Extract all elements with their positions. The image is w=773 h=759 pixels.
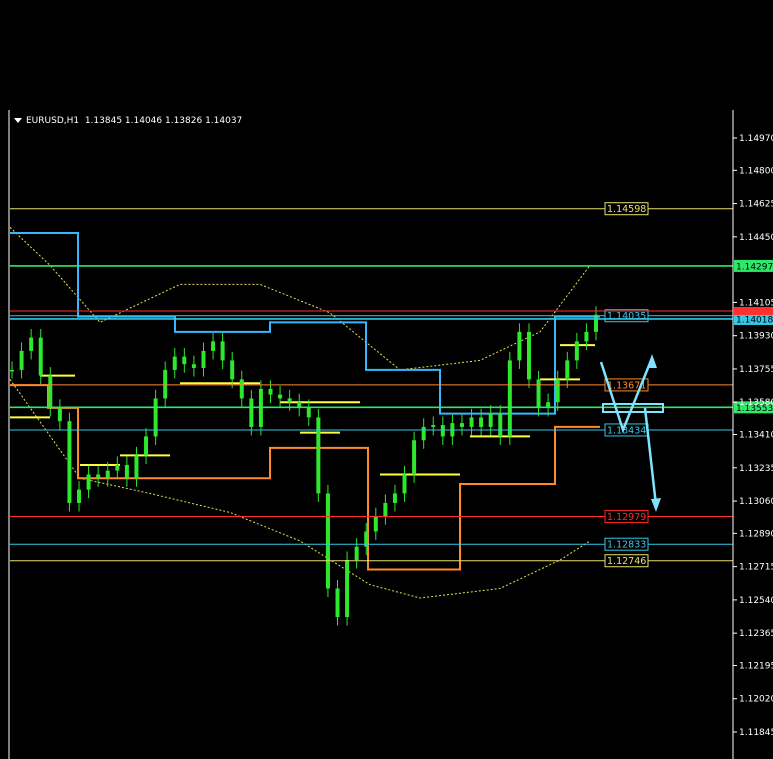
tick-label: 1.14800 — [739, 166, 773, 176]
tick-label: 1.13060 — [739, 497, 773, 507]
candle-body — [134, 455, 139, 479]
price-chart[interactable]: 1.145981.142971.14035 1.140181.136711.135… — [0, 110, 773, 759]
candle-body — [498, 413, 503, 437]
candle-body — [191, 364, 196, 368]
candle-body — [383, 502, 388, 517]
toolbar-area — [0, 0, 773, 110]
tick-label: 1.12365 — [739, 629, 773, 639]
candle-body — [230, 360, 235, 380]
level-label: 1.14035 — [607, 311, 646, 322]
candle-body — [77, 489, 82, 503]
lower-band — [9, 379, 591, 599]
tick-label: 1.12540 — [739, 596, 773, 606]
candle-body — [345, 559, 350, 618]
level-label: 1.14598 — [607, 204, 646, 215]
candle-body — [507, 360, 512, 437]
tick-label: 1.11845 — [739, 728, 773, 738]
candle-body — [469, 417, 474, 427]
candle-body — [488, 413, 493, 427]
tick-label: 1.14625 — [739, 200, 773, 210]
tick-label: 1.12020 — [739, 695, 773, 705]
candle-body — [172, 356, 177, 370]
candle-body — [249, 398, 254, 427]
candle-body — [526, 331, 531, 380]
symbol-info: EURUSD,H1 1.13845 1.14046 1.13826 1.1403… — [14, 116, 242, 126]
candle-body — [306, 407, 311, 418]
candle-body — [268, 388, 273, 395]
candle-body — [48, 375, 53, 408]
candle-body — [287, 398, 292, 403]
candle-body — [153, 398, 158, 437]
candle-body — [105, 470, 110, 479]
tick-label: 1.13235 — [739, 464, 773, 474]
candle-body — [96, 474, 101, 479]
tick-label: 1.14970 — [739, 134, 773, 144]
candle-body — [584, 331, 589, 342]
arrow-head-up — [647, 354, 657, 368]
tick-label: 1.12195 — [739, 661, 773, 671]
candle-body — [536, 379, 541, 408]
horizontal-levels[interactable]: 1.145981.142971.14035 1.140181.136711.135… — [10, 202, 773, 568]
candle-body — [392, 493, 397, 503]
level-label: 1.12746 — [607, 556, 646, 567]
candle-body — [278, 394, 283, 399]
candle-body — [479, 417, 484, 427]
candle-body — [440, 425, 445, 437]
candle-body — [239, 379, 244, 399]
candle-body — [220, 341, 225, 361]
candle-body — [402, 474, 407, 494]
candle-body — [57, 407, 62, 422]
candle-body — [19, 350, 24, 370]
level-label: 1.13434 — [607, 425, 646, 436]
candle-body — [555, 379, 560, 403]
tick-label: 1.12715 — [739, 563, 773, 573]
candle-body — [373, 516, 378, 532]
candle-body — [517, 331, 522, 361]
candle-body — [211, 341, 216, 351]
tick-label: 1.13410 — [739, 431, 773, 441]
level-label: 1.12833 — [607, 540, 646, 551]
level-label: 1.12979 — [607, 512, 646, 523]
candle-body — [10, 369, 14, 372]
candle-body — [67, 421, 72, 503]
arrow-head-down — [651, 498, 661, 512]
candle-body — [182, 356, 187, 365]
candle-body — [38, 337, 43, 376]
candle-body — [325, 493, 330, 589]
candle-body — [86, 474, 91, 490]
candle-body — [594, 314, 598, 332]
tick-label: 1.13755 — [739, 365, 773, 375]
tick-label: 1.14105 — [739, 298, 773, 308]
candle-body — [412, 440, 417, 475]
candle-body — [421, 426, 426, 441]
price-axis: 1.14970 1.14800 1.14625 1.14450 1.14105 1.139… — [8, 110, 773, 759]
candle-body — [431, 425, 436, 427]
candle-body — [565, 360, 570, 380]
tick-label: 1.12890 — [739, 529, 773, 539]
arrow-down — [643, 407, 658, 506]
level-segments — [10, 344, 595, 476]
zigzag-arrow — [599, 357, 654, 434]
candle-body — [163, 369, 168, 399]
candle-body — [354, 546, 359, 560]
tick-label: 1.13930 — [739, 332, 773, 342]
candle-body — [201, 350, 206, 368]
candle-body — [335, 588, 340, 618]
upper-band — [9, 226, 591, 371]
candle-body — [115, 464, 120, 471]
candle-body — [144, 436, 149, 456]
axis-price-label: 1.14297 — [736, 262, 773, 272]
candle-body — [29, 337, 34, 351]
axis-price-label: 1.14018 — [736, 315, 773, 325]
candle-body — [459, 423, 464, 427]
candle-body — [124, 464, 129, 479]
dropdown-icon[interactable] — [14, 118, 22, 123]
candle-body — [316, 417, 321, 494]
candle-body — [574, 341, 579, 361]
candles — [10, 306, 598, 626]
symbol-text: EURUSD,H1 1.13845 1.14046 1.13826 1.1403… — [26, 116, 243, 126]
tick-label: 1.13580 — [739, 398, 773, 408]
tick-label: 1.14450 — [739, 233, 773, 243]
